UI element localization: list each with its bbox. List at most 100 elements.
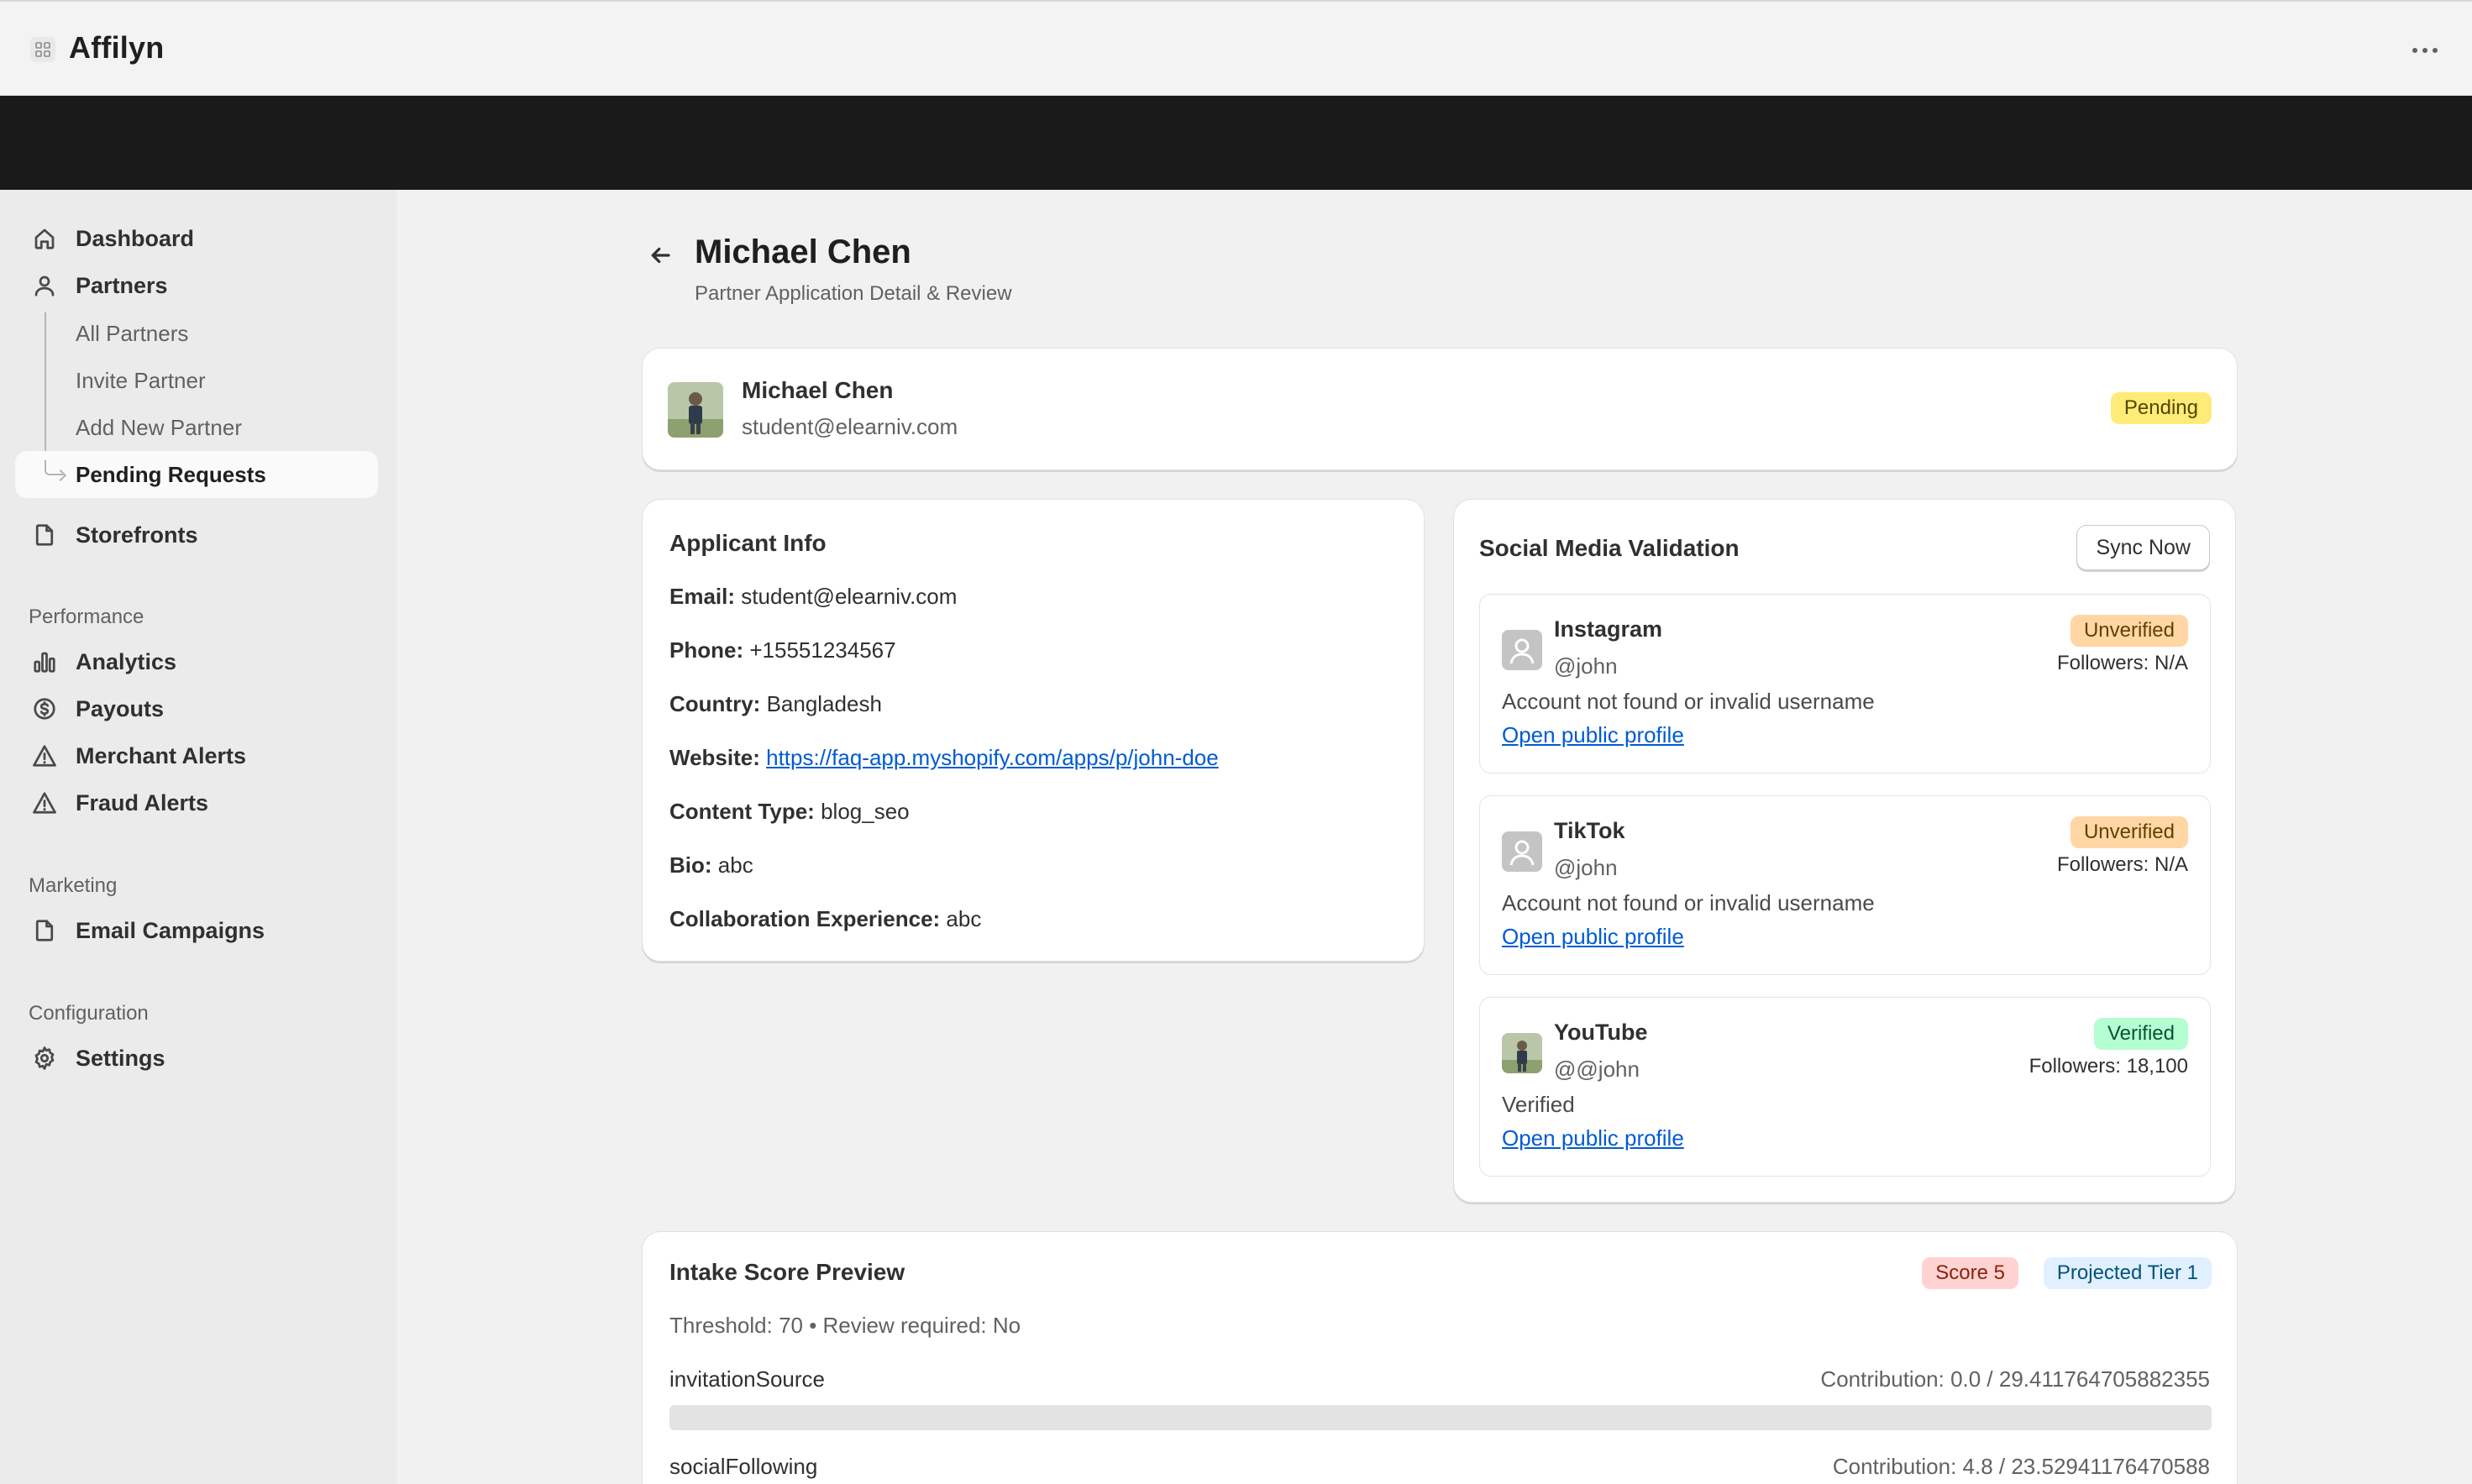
sidebar-subitem-label: Invite Partner [76, 367, 206, 393]
metric-progress-bar [669, 1405, 2212, 1430]
row-label: Country: [669, 691, 761, 716]
status-badge: Pending [2110, 392, 2212, 424]
home-icon [30, 224, 59, 253]
sidebar-item-label: Email Campaigns [76, 917, 265, 943]
sidebar-item-settings[interactable]: Settings [15, 1035, 378, 1082]
profile-name: Michael Chen [742, 377, 894, 403]
sidebar-item-fraud-alerts[interactable]: Fraud Alerts [15, 779, 378, 826]
avatar [1502, 1033, 1542, 1073]
platform-name: TikTok [1554, 818, 1625, 843]
document-icon [30, 521, 59, 549]
dot-icon [2412, 48, 2417, 53]
social-account-tiktok: TikTok @john Unverified Followers: N/A A… [1479, 795, 2211, 975]
tree-arrow-icon [45, 460, 63, 475]
sidebar-item-label: Partners [76, 272, 168, 298]
row-value: blog_seo [821, 799, 910, 824]
website-link[interactable]: https://faq-app.myshopify.com/apps/p/joh… [766, 745, 1219, 770]
sidebar: Dashboard Partners All Partners Invite P… [0, 190, 396, 1484]
social-account-instagram: Instagram @john Unverified Followers: N/… [1479, 594, 2211, 773]
row-value: student@elearniv.com [741, 584, 958, 609]
status-badge: Unverified [2070, 615, 2188, 647]
sidebar-subitem-add-new-partner[interactable]: Add New Partner [15, 404, 378, 451]
platform-handle: @john [1554, 653, 1618, 679]
sidebar-item-email-campaigns[interactable]: Email Campaigns [15, 907, 378, 954]
validation-message: Account not found or invalid username [1502, 890, 1875, 915]
sidebar-subitem-pending-requests[interactable]: Pending Requests [15, 451, 378, 498]
app-header: Affilyn [0, 0, 2472, 96]
open-profile-link[interactable]: Open public profile [1502, 1125, 1684, 1151]
projected-tier-badge: Projected Tier 1 [2043, 1257, 2212, 1289]
arrow-left-icon [651, 247, 670, 264]
open-profile-link[interactable]: Open public profile [1502, 722, 1684, 748]
score-badge: Score 5 [1922, 1257, 2018, 1289]
sidebar-item-label: Fraud Alerts [76, 789, 209, 815]
social-account-youtube: YouTube @@john Verified Followers: 18,10… [1479, 997, 2211, 1177]
row-label: Website: [669, 745, 760, 770]
sidebar-item-payouts[interactable]: Payouts [15, 685, 378, 732]
platform-handle: @john [1554, 855, 1618, 880]
person-placeholder-icon [1502, 630, 1542, 670]
gear-icon [30, 1044, 59, 1072]
row-value: Bangladesh [766, 691, 882, 716]
metric-name: invitationSource [669, 1366, 825, 1392]
bar-chart-icon [30, 648, 59, 676]
applicant-experience-row: Collaboration Experience: abc [669, 906, 981, 932]
sidebar-item-label: Storefronts [76, 522, 198, 548]
row-value: +15551234567 [749, 637, 896, 663]
page-subtitle: Partner Application Detail & Review [695, 282, 1012, 305]
page-title: Michael Chen [695, 233, 911, 270]
row-value: abc [717, 852, 753, 878]
intake-score-card: Intake Score Preview Projected Tier 1 Sc… [642, 1231, 2238, 1484]
app-title: Affilyn [69, 30, 165, 65]
platform-handle: @@john [1554, 1057, 1640, 1082]
applicant-info-card: Applicant Info Email: student@elearniv.c… [642, 499, 1425, 962]
score-threshold-text: Threshold: 70 • Review required: No [669, 1313, 1021, 1338]
sidebar-item-label: Analytics [76, 648, 177, 674]
status-badge: Verified [2093, 1018, 2188, 1050]
app-logo-icon [30, 37, 55, 62]
avatar [668, 382, 723, 438]
applicant-phone-row: Phone: +15551234567 [669, 637, 896, 663]
sidebar-item-dashboard[interactable]: Dashboard [15, 215, 378, 262]
back-button[interactable] [642, 237, 679, 274]
row-label: Collaboration Experience: [669, 906, 941, 931]
profile-card: Michael Chen student@elearniv.com Pendin… [642, 348, 2238, 470]
applicant-bio-row: Bio: abc [669, 852, 753, 878]
section-label-performance: Performance [29, 606, 144, 628]
applicant-website-row: Website: https://faq-app.myshopify.com/a… [669, 745, 1219, 771]
sidebar-item-label: Merchant Alerts [76, 742, 247, 768]
more-options-button[interactable] [2401, 32, 2448, 69]
dollar-circle-icon [30, 695, 59, 723]
sidebar-subitem-invite-partner[interactable]: Invite Partner [15, 357, 378, 404]
metric-contribution: Contribution: 0.0 / 29.411764705882355 [1820, 1366, 2210, 1392]
applicant-content-type-row: Content Type: blog_seo [669, 799, 910, 825]
intake-score-title: Intake Score Preview [669, 1259, 905, 1285]
section-label-configuration: Configuration [29, 1002, 149, 1025]
platform-name: Instagram [1554, 616, 1663, 642]
followers-count: Followers: N/A [2056, 853, 2188, 876]
sidebar-item-label: Payouts [76, 695, 165, 721]
warning-icon [30, 742, 59, 770]
sidebar-item-partners[interactable]: Partners [15, 262, 378, 309]
section-label-marketing: Marketing [29, 874, 118, 897]
followers-count: Followers: N/A [2056, 652, 2188, 674]
followers-count: Followers: 18,100 [2029, 1055, 2188, 1078]
status-badge: Unverified [2070, 816, 2188, 848]
validation-message: Verified [1502, 1092, 1575, 1117]
profile-email: student@elearniv.com [742, 414, 958, 439]
top-banner [0, 96, 2472, 190]
person-placeholder-icon [1502, 831, 1542, 872]
validation-message: Account not found or invalid username [1502, 689, 1875, 714]
sidebar-item-merchant-alerts[interactable]: Merchant Alerts [15, 732, 378, 779]
sidebar-subitem-label: All Partners [76, 320, 189, 346]
metric-name: socialFollowing [669, 1454, 818, 1479]
sidebar-item-storefronts[interactable]: Storefronts [15, 511, 378, 558]
sidebar-item-analytics[interactable]: Analytics [15, 638, 378, 685]
sidebar-subitem-all-partners[interactable]: All Partners [15, 310, 378, 357]
sync-now-button[interactable]: Sync Now [2076, 525, 2210, 570]
row-label: Content Type: [669, 799, 815, 824]
platform-name: YouTube [1554, 1020, 1648, 1045]
dot-icon [2433, 48, 2438, 53]
warning-icon [30, 789, 59, 817]
open-profile-link[interactable]: Open public profile [1502, 924, 1684, 950]
